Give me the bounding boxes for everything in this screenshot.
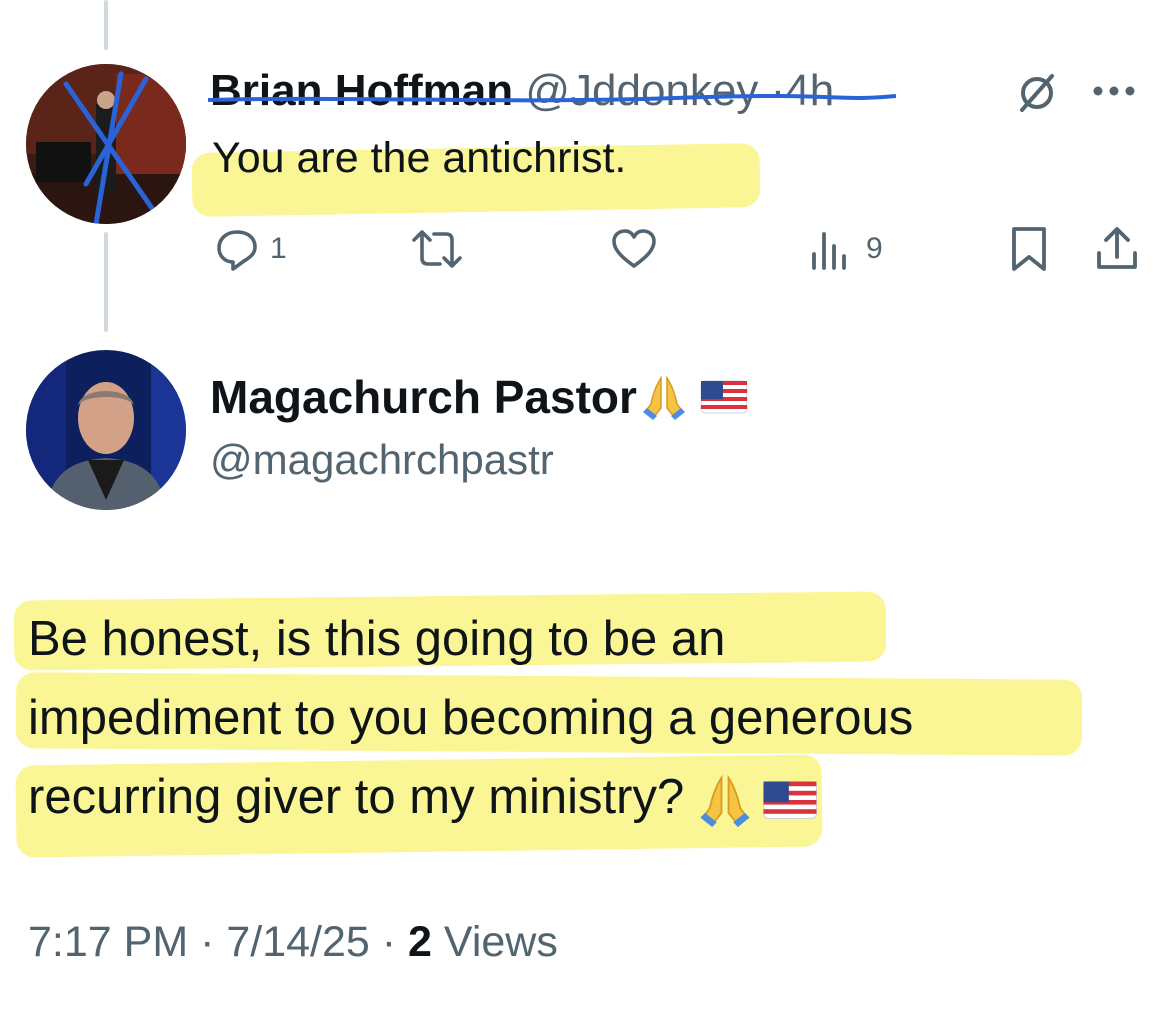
reply-button[interactable]: 1 <box>214 224 287 274</box>
more-icon[interactable] <box>1090 84 1140 98</box>
like-button[interactable] <box>610 224 658 274</box>
tweet-views-label: Views <box>431 918 558 966</box>
reply-avatar[interactable] <box>26 64 186 224</box>
main-avatar-image <box>26 350 186 510</box>
reply-count: 1 <box>270 232 287 265</box>
folded-hands-icon <box>700 774 750 828</box>
tweet-views-count[interactable]: 2 <box>408 918 432 966</box>
share-button[interactable] <box>1094 224 1140 274</box>
views-button[interactable]: 9 <box>808 224 883 274</box>
bookmark-button[interactable] <box>1008 224 1050 274</box>
body-line-1: Be honest, is this going to be an <box>28 612 726 666</box>
reply-icon <box>217 230 257 271</box>
retweet-icon <box>412 230 462 268</box>
body-line-3-wrap: recurring giver to my ministry? <box>28 758 1148 837</box>
share-icon <box>1097 227 1137 269</box>
meta-separator-2: · <box>369 918 409 966</box>
views-icon <box>812 232 846 270</box>
bookmark-icon <box>1012 227 1046 271</box>
retweet-button[interactable] <box>410 224 464 274</box>
main-handle[interactable]: @magachrchpastr <box>210 436 554 484</box>
views-count: 9 <box>866 232 883 265</box>
body-line-2: impediment to you becoming a generous <box>28 691 914 745</box>
thread-line-top <box>104 0 108 50</box>
tweet-date[interactable]: 7/14/25 <box>226 918 369 966</box>
thread-line-bottom <box>104 232 108 332</box>
us-flag-icon <box>700 380 748 414</box>
us-flag-icon <box>763 781 818 820</box>
tweet-meta: 7:17 PM · 7/14/25 · 2 Views <box>28 918 558 967</box>
meta-separator-1: · <box>188 918 227 966</box>
reply-text: You are the antichrist. <box>212 134 627 182</box>
grok-icon[interactable] <box>1016 72 1058 114</box>
reply-avatar-image <box>26 64 186 224</box>
main-header: Magachurch Pastor <box>210 370 749 424</box>
name-scribble <box>207 94 897 103</box>
main-avatar[interactable] <box>26 350 186 510</box>
main-display-name[interactable]: Magachurch Pastor <box>210 370 637 424</box>
main-tweet-body: Be honest, is this going to be an impedi… <box>28 600 1148 837</box>
body-line-3: recurring giver to my ministry? <box>28 770 685 824</box>
like-icon <box>612 229 656 268</box>
folded-hands-icon <box>642 375 685 420</box>
tweet-time[interactable]: 7:17 PM <box>28 918 188 966</box>
